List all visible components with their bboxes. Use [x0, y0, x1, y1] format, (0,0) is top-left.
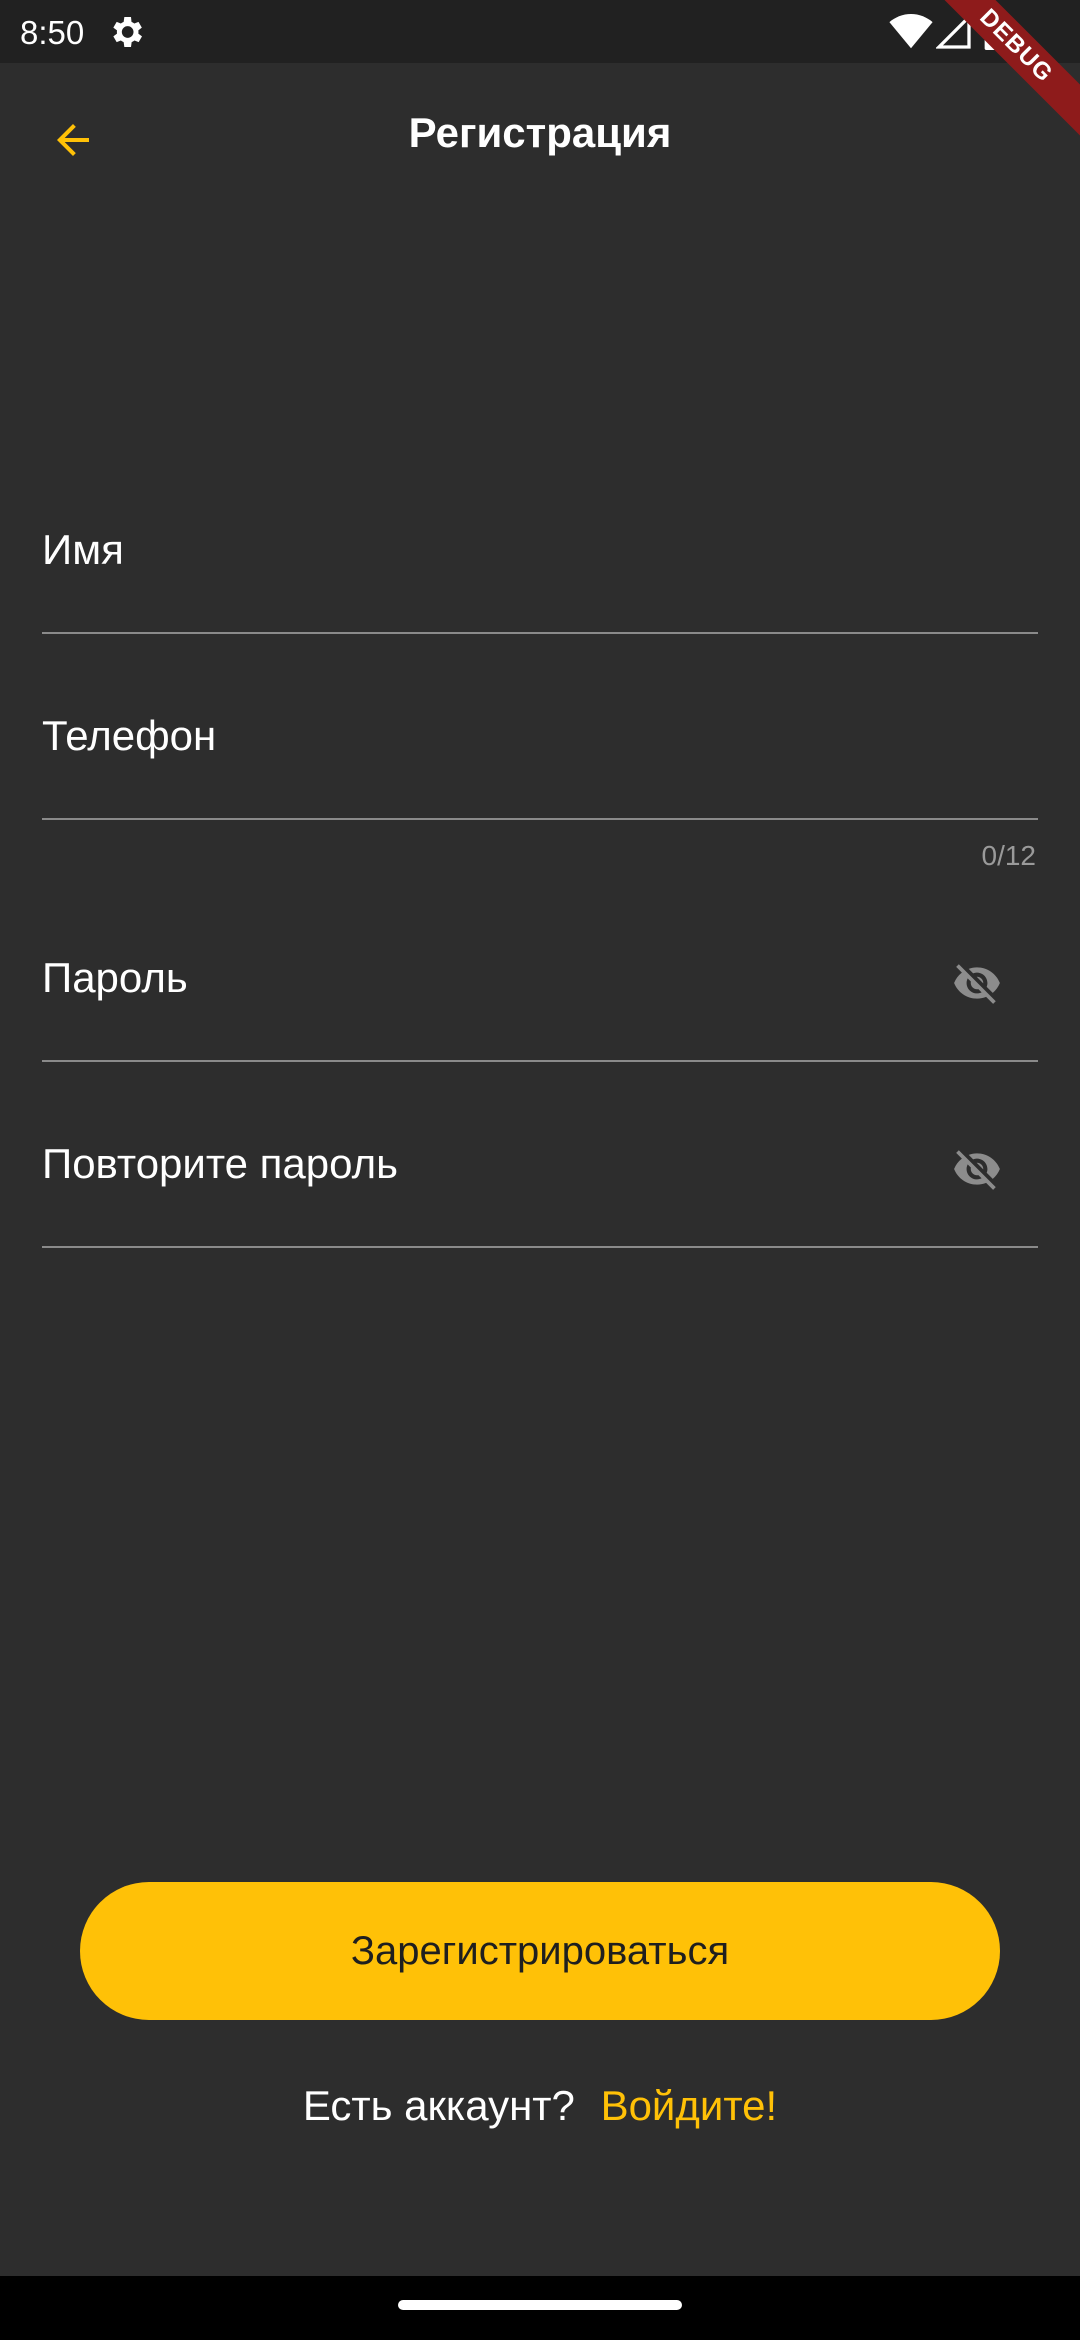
have-account-text: Есть аккаунт? — [302, 2082, 575, 2129]
status-time: 8:50 — [20, 14, 85, 51]
repeat-password-input[interactable] — [42, 1114, 1042, 1248]
phone-field[interactable]: Телефон — [42, 686, 1042, 820]
name-input[interactable] — [42, 500, 1042, 634]
register-button-label: Зарегистрироваться — [350, 1928, 730, 1973]
app-bar: Регистрация — [0, 63, 1080, 209]
repeat-password-field[interactable]: Повторите пароль — [42, 1114, 1042, 1248]
phone-char-counter: 0/12 — [981, 840, 1037, 871]
login-link[interactable]: Войдите! — [601, 2082, 778, 2129]
register-button[interactable]: Зарегистрироваться — [80, 1882, 1000, 2020]
password-input[interactable] — [42, 928, 1042, 1062]
page-title: Регистрация — [408, 109, 672, 156]
wifi-icon — [889, 14, 933, 49]
eye-off-icon[interactable] — [952, 958, 1002, 1008]
login-prompt: Есть аккаунт? Войдите! — [0, 2082, 1080, 2130]
status-bar: 8:50 — [0, 0, 1080, 63]
name-field[interactable]: Имя — [42, 500, 1042, 634]
home-indicator[interactable] — [398, 2300, 682, 2310]
eye-off-icon[interactable] — [952, 1144, 1002, 1194]
phone-input[interactable] — [42, 686, 1042, 820]
password-field[interactable]: Пароль — [42, 928, 1042, 1062]
gear-icon — [113, 17, 142, 47]
